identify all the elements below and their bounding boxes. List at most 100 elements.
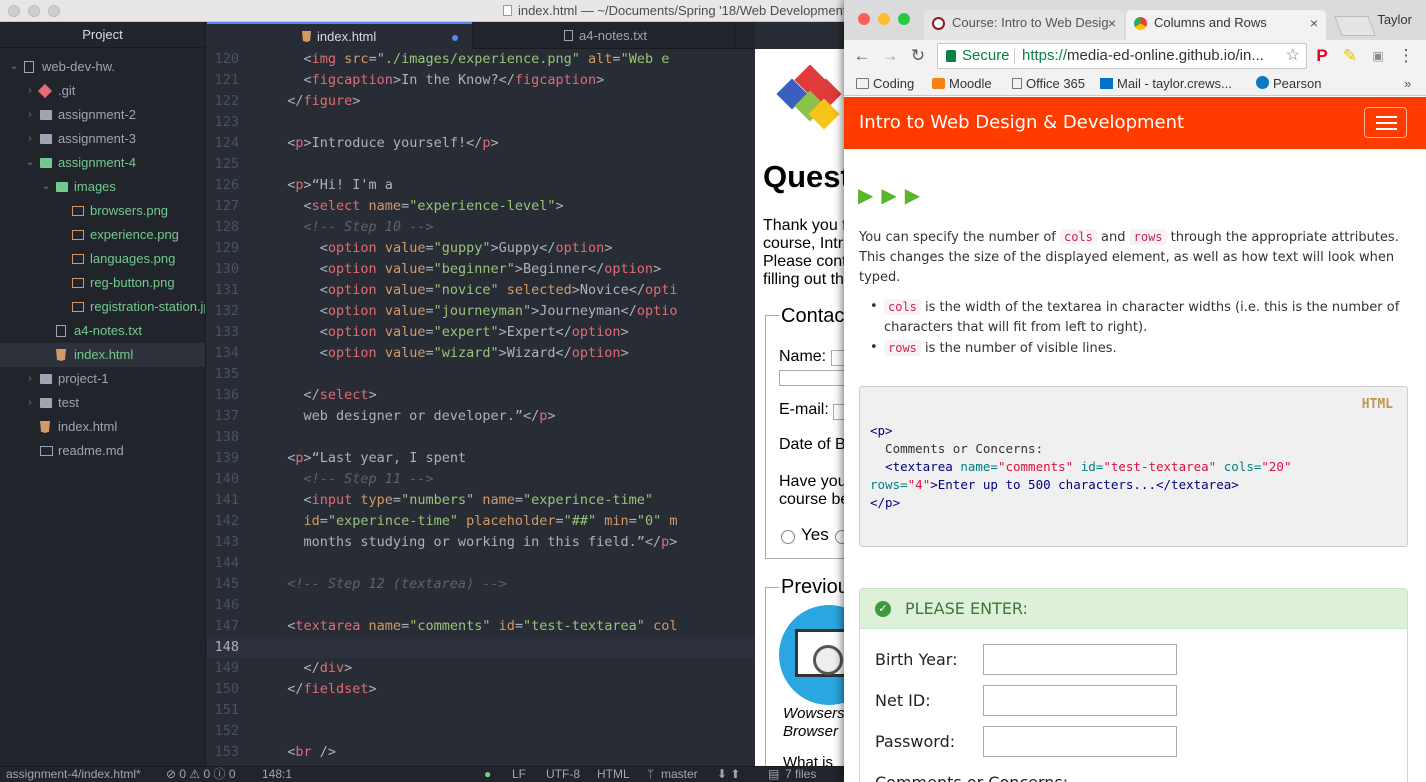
menu-icon[interactable]: ⋮: [1396, 46, 1416, 66]
tree-item[interactable]: index.html: [0, 343, 205, 367]
code-line[interactable]: 145 <!-- Step 12 (textarea) -->: [207, 574, 755, 595]
tree-item[interactable]: readme.md: [0, 439, 205, 463]
play-arrows-icon[interactable]: ▶▶▶: [858, 183, 928, 207]
code-line[interactable]: 129 <option value="guppy">Guppy</option>: [207, 238, 755, 259]
new-tab-button[interactable]: [1334, 16, 1376, 36]
password-input[interactable]: [983, 726, 1177, 757]
code-line[interactable]: 127 <select name="experience-level">: [207, 196, 755, 217]
tree-item[interactable]: › assignment-2: [0, 103, 205, 127]
zoom-window-button[interactable]: [898, 13, 910, 25]
code-line[interactable]: 135: [207, 364, 755, 385]
changed-files[interactable]: 7 files: [785, 767, 816, 782]
code-line[interactable]: 144: [207, 553, 755, 574]
hamburger-menu-button[interactable]: [1364, 107, 1407, 138]
bookmark-star-icon[interactable]: ☆: [1286, 44, 1300, 68]
code-line[interactable]: 148: [207, 637, 755, 658]
code-line[interactable]: 150 </fieldset>: [207, 679, 755, 700]
chevron-right-icon[interactable]: ›: [24, 127, 36, 151]
code-line[interactable]: 124 <p>Introduce yourself!</p>: [207, 133, 755, 154]
fetch-icon[interactable]: ⬇ ⬆: [717, 767, 740, 782]
code-editor[interactable]: 120 <img src="./images/experience.png" a…: [207, 49, 755, 766]
url-text[interactable]: https://media-ed-online.github.io/in...: [1022, 44, 1264, 68]
close-tab-icon[interactable]: ×: [1108, 10, 1116, 36]
chevron-right-icon[interactable]: ›: [24, 103, 36, 127]
tree-item[interactable]: registration-station.jpg: [0, 295, 205, 319]
code-line[interactable]: 142 id="experince-time" placeholder="##"…: [207, 511, 755, 532]
code-line[interactable]: 143 months studying or working in this f…: [207, 532, 755, 553]
chevron-right-icon[interactable]: ›: [24, 79, 36, 103]
code-line[interactable]: 120 <img src="./images/experience.png" a…: [207, 49, 755, 70]
tree-item[interactable]: languages.png: [0, 247, 205, 271]
bookmark-pearson[interactable]: Pearson: [1256, 72, 1321, 95]
tree-item[interactable]: ⌄ images: [0, 175, 205, 199]
code-line[interactable]: 133 <option value="expert">Expert</optio…: [207, 322, 755, 343]
encoding[interactable]: UTF-8: [546, 767, 580, 782]
code-line[interactable]: 121 <figcaption>In the Know?</figcaption…: [207, 70, 755, 91]
code-line[interactable]: 132 <option value="journeyman">Journeyma…: [207, 301, 755, 322]
code-line[interactable]: 151: [207, 700, 755, 721]
chevron-right-icon[interactable]: ›: [24, 391, 36, 415]
line-ending[interactable]: LF: [512, 767, 526, 782]
code-line[interactable]: 138: [207, 427, 755, 448]
tab-columns-and-rows[interactable]: Columns and Rows ×: [1126, 10, 1326, 40]
tree-item[interactable]: › .git: [0, 79, 205, 103]
code-line[interactable]: 134 <option value="wizard">Wizard</optio…: [207, 343, 755, 364]
close-window-button[interactable]: [858, 13, 870, 25]
minimize-window-button[interactable]: [878, 13, 890, 25]
chevron-down-icon[interactable]: ⌄: [8, 55, 20, 79]
extension-icon[interactable]: ▣: [1368, 46, 1388, 66]
tab-course-intro[interactable]: Course: Intro to Web Desig ×: [924, 10, 1124, 40]
back-icon[interactable]: ←: [852, 46, 872, 66]
code-line[interactable]: 126 <p>“Hi! I'm a: [207, 175, 755, 196]
tab-index-2[interactable]: index: [734, 22, 799, 49]
code-line[interactable]: 149 </div>: [207, 658, 755, 679]
tree-item[interactable]: experience.png: [0, 223, 205, 247]
tree-item[interactable]: reg-button.png: [0, 271, 205, 295]
code-line[interactable]: 122 </figure>: [207, 91, 755, 112]
close-window-button[interactable]: [8, 5, 20, 17]
tab-index-html[interactable]: index.html: [207, 22, 472, 49]
code-line[interactable]: 130 <option value="beginner">Beginner</o…: [207, 259, 755, 280]
bookmark-office365[interactable]: Office 365: [1012, 72, 1085, 95]
cursor-position[interactable]: 148:1: [262, 767, 292, 782]
bookmark-moodle[interactable]: Moodle: [932, 72, 992, 95]
chevron-down-icon[interactable]: ⌄: [24, 151, 36, 175]
code-line[interactable]: 125: [207, 154, 755, 175]
git-branch[interactable]: master: [661, 767, 698, 782]
code-line[interactable]: 140 <!-- Step 11 -->: [207, 469, 755, 490]
code-line[interactable]: 141 <input type="numbers" name="experinc…: [207, 490, 755, 511]
file-path[interactable]: assignment-4/index.html*: [6, 767, 141, 782]
code-line[interactable]: 131 <option value="novice" selected>Novi…: [207, 280, 755, 301]
tree-item[interactable]: › assignment-3: [0, 127, 205, 151]
profile-name[interactable]: Taylor: [1377, 12, 1412, 27]
net-id-input[interactable]: [983, 685, 1177, 716]
chevron-right-icon[interactable]: ›: [24, 367, 36, 391]
tree-item[interactable]: › project-1: [0, 367, 205, 391]
tree-item[interactable]: index.html: [0, 415, 205, 439]
name-input[interactable]: [831, 350, 845, 366]
close-tab-icon[interactable]: ×: [1310, 10, 1318, 36]
reload-icon[interactable]: ↻: [908, 46, 928, 66]
tab-a4-notes[interactable]: a4-notes.txt: [473, 22, 733, 49]
bookmarks-more[interactable]: »: [1404, 72, 1411, 95]
tree-item[interactable]: a4-notes.txt: [0, 319, 205, 343]
bookmark-mail[interactable]: Mail - taylor.crews...: [1100, 72, 1232, 95]
diagnostics-count[interactable]: ⊘ 0 ⚠ 0 ⓘ 0: [166, 767, 236, 782]
highlighter-icon[interactable]: ✎: [1340, 46, 1360, 66]
code-line[interactable]: 139 <p>“Last year, I spent: [207, 448, 755, 469]
site-brand[interactable]: Intro to Web Design & Development: [859, 97, 1184, 149]
chevron-down-icon[interactable]: ⌄: [40, 175, 52, 199]
tree-item[interactable]: ⌄ web-dev-hw.: [0, 55, 205, 79]
tree-item[interactable]: browsers.png: [0, 199, 205, 223]
code-line[interactable]: 147 <textarea name="comments" id="test-t…: [207, 616, 755, 637]
address-bar[interactable]: Secure https://media-ed-online.github.io…: [937, 43, 1307, 69]
radio-yes[interactable]: [781, 530, 795, 544]
code-line[interactable]: 137 web designer or developer.”</p>: [207, 406, 755, 427]
code-line[interactable]: 128 <!-- Step 10 -->: [207, 217, 755, 238]
zoom-window-button[interactable]: [48, 5, 60, 17]
name-input-2[interactable]: [779, 370, 845, 386]
minimize-window-button[interactable]: [28, 5, 40, 17]
pinterest-icon[interactable]: P: [1312, 46, 1332, 66]
tree-item[interactable]: ⌄ assignment-4: [0, 151, 205, 175]
code-line[interactable]: 152: [207, 721, 755, 742]
